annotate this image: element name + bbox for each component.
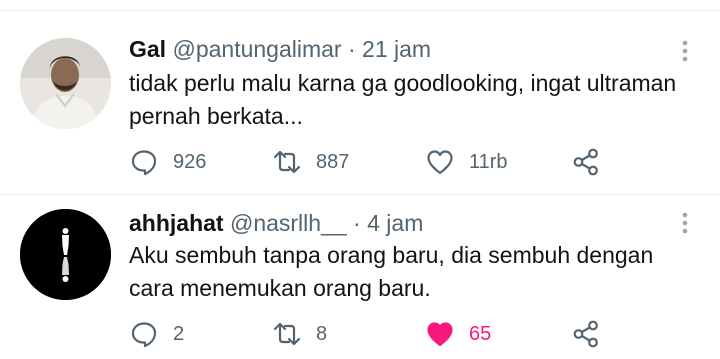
avatar[interactable] <box>20 209 111 300</box>
display-name[interactable]: ahhjahat <box>129 210 224 236</box>
retweet-count: 887 <box>316 150 350 173</box>
like-count: 11rb <box>469 150 508 173</box>
like-count: 65 <box>469 322 492 345</box>
like-button[interactable]: 11rb <box>425 147 508 177</box>
tweet-actions: 926 887 11rb <box>129 147 609 177</box>
reply-count: 926 <box>173 150 207 173</box>
tweet-text: tidak perlu malu karna ga goodlooking, i… <box>129 70 677 129</box>
share-icon <box>573 320 598 348</box>
avatar-photo <box>20 38 111 129</box>
user-handle[interactable]: @nasrllh__ <box>230 210 347 236</box>
more-vertical-icon <box>682 212 688 234</box>
display-name[interactable]: Gal <box>129 36 166 62</box>
tweet-text: Aku sembuh tanpa orang baru, dia sembuh … <box>129 242 654 301</box>
timestamp[interactable]: 21 jam <box>362 36 431 62</box>
tweet-card[interactable]: ahhjahat @nasrllh__ · 4 jam Aku sembuh t… <box>0 195 720 359</box>
tweet-header: Gal @pantungalimar · 21 jam <box>129 35 431 63</box>
comment-bubble-icon <box>131 322 157 348</box>
retweet-button[interactable]: 887 <box>272 147 349 177</box>
retweet-icon <box>273 322 301 346</box>
separator-dot: · <box>353 210 361 236</box>
top-divider <box>0 0 720 11</box>
timestamp[interactable]: 4 jam <box>367 210 423 236</box>
more-options-button[interactable] <box>676 211 694 235</box>
heart-filled-icon <box>427 322 453 347</box>
tweet-card[interactable]: Gal @pantungalimar · 21 jam tidak perlu … <box>0 11 720 195</box>
share-button[interactable] <box>571 147 601 177</box>
tweet-header: ahhjahat @nasrllh__ · 4 jam <box>129 209 423 237</box>
user-handle[interactable]: @pantungalimar <box>172 36 341 62</box>
more-options-button[interactable] <box>676 39 694 63</box>
more-vertical-icon <box>682 40 688 62</box>
like-button[interactable]: 65 <box>425 319 491 349</box>
avatar[interactable] <box>20 38 111 129</box>
retweet-icon <box>273 150 301 174</box>
share-button[interactable] <box>571 319 601 349</box>
avatar-figure-icon <box>20 209 111 300</box>
tweet-actions: 2 8 65 <box>129 319 609 349</box>
reply-button[interactable]: 926 <box>129 147 206 177</box>
separator-dot: · <box>347 36 356 62</box>
reply-count: 2 <box>173 322 185 345</box>
retweet-count: 8 <box>316 322 328 345</box>
reply-button[interactable]: 2 <box>129 319 184 349</box>
comment-bubble-icon <box>131 150 157 176</box>
share-icon <box>573 148 598 176</box>
retweet-button[interactable]: 8 <box>272 319 327 349</box>
heart-icon <box>427 150 453 175</box>
